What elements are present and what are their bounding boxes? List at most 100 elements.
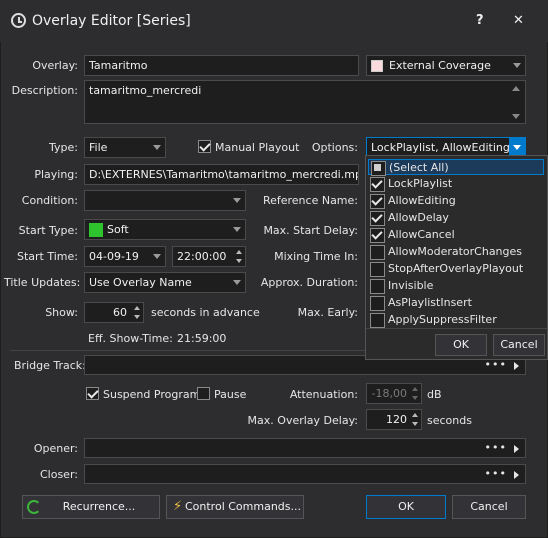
options-item[interactable]: AllowModeratorChanges (368, 244, 544, 260)
play-icon[interactable] (514, 471, 519, 479)
start-type-dropdown[interactable]: Soft (84, 219, 246, 240)
recurrence-label: Recurrence... (62, 500, 136, 513)
control-commands-label: Control Commands... (184, 500, 301, 513)
options-item-checkbox[interactable] (370, 262, 385, 277)
recurrence-button[interactable]: Recurrence... (22, 495, 160, 519)
options-cancel-button[interactable]: Cancel (493, 334, 545, 356)
scroll-up-icon[interactable] (512, 86, 520, 91)
max-overlay-delay-spinner[interactable]: 120 (366, 409, 422, 430)
browse-icon[interactable]: ••• (485, 358, 507, 372)
options-item-checkbox[interactable] (370, 211, 385, 226)
options-item-checkbox[interactable] (370, 194, 385, 209)
spin-up-icon[interactable] (412, 413, 418, 417)
pause-label: Pause (214, 388, 247, 401)
condition-label: Condition: (21, 194, 78, 207)
chevron-down-icon (513, 63, 521, 68)
condition-dropdown[interactable] (84, 190, 246, 211)
attenuation-unit: dB (427, 388, 442, 401)
options-item-label: AllowCancel (388, 228, 455, 241)
show-seconds-spinner[interactable]: 60 (84, 302, 144, 323)
max-overlay-delay-unit: seconds (427, 414, 472, 427)
options-item-checkbox[interactable] (370, 228, 385, 243)
attenuation-value: -18,00 (371, 387, 407, 400)
options-item[interactable]: Invisible (368, 278, 544, 294)
options-item-checkbox[interactable] (371, 161, 386, 176)
title-bar: Overlay Editor [Series] ? ✕ (0, 0, 548, 42)
start-date-dropdown[interactable]: 04-09-19 (84, 246, 166, 267)
options-item[interactable]: AllowDelay (368, 210, 544, 226)
play-icon[interactable] (514, 362, 519, 370)
options-item-label: ApplySuppressFilter (388, 313, 497, 326)
approx-duration-label: Approx. Duration: (260, 276, 358, 289)
start-type-value: Soft (107, 223, 129, 236)
options-ok-button[interactable]: OK (435, 334, 487, 356)
title-updates-value: Use Overlay Name (89, 276, 192, 289)
options-item-label: LockPlaylist (388, 177, 453, 190)
cancel-button[interactable]: Cancel (452, 495, 526, 519)
options-item-label: AllowModeratorChanges (388, 245, 523, 258)
max-overlay-delay-value: 120 (386, 413, 407, 426)
opener-input[interactable]: ••• (84, 438, 526, 458)
manual-playout-checkbox[interactable] (198, 140, 211, 153)
scroll-down-icon[interactable] (512, 114, 520, 119)
options-popup-divider (366, 328, 547, 329)
play-icon[interactable] (514, 445, 519, 453)
options-item[interactable]: AllowCancel (368, 227, 544, 243)
options-item[interactable]: (Select All) (368, 159, 544, 176)
options-item[interactable]: ApplySuppressFilter (368, 312, 544, 328)
options-item-checkbox[interactable] (370, 245, 385, 260)
spin-up-icon[interactable] (412, 387, 418, 391)
options-item[interactable]: StopAfterOverlayPlayout (368, 261, 544, 277)
start-type-label: Start Type: (18, 224, 78, 237)
overlay-label: Overlay: (32, 59, 78, 72)
close-button[interactable]: ✕ (513, 13, 524, 28)
browse-icon[interactable]: ••• (485, 441, 507, 455)
max-start-delay-label: Max. Start Delay: (263, 224, 358, 237)
start-time-spinner[interactable]: 22:00:00 (172, 246, 246, 267)
options-item[interactable]: LockPlaylist (368, 176, 544, 192)
spin-up-icon[interactable] (134, 306, 140, 310)
max-overlay-delay-label: Max. Overlay Delay: (247, 414, 358, 427)
playing-path-input[interactable]: D:\EXTERNES\Tamaritmo\tamaritmo_mercredi… (84, 164, 359, 185)
options-item-checkbox[interactable] (370, 313, 385, 328)
attenuation-spinner[interactable]: -18,00 (366, 383, 422, 404)
ok-button[interactable]: OK (366, 495, 446, 519)
options-item[interactable]: AsPlaylistInsert (368, 295, 544, 311)
type-dropdown[interactable]: File (84, 137, 166, 158)
closer-input[interactable]: ••• (84, 464, 526, 484)
eff-show-time-value: 21:59:00 (177, 332, 227, 345)
title-updates-dropdown[interactable]: Use Overlay Name (84, 272, 246, 293)
mixing-time-in-label: Mixing Time In: (274, 250, 358, 263)
browse-icon[interactable]: ••• (485, 467, 507, 481)
description-textarea[interactable]: tamaritmo_mercredi (84, 80, 526, 124)
options-item[interactable]: AllowEditing (368, 193, 544, 209)
closer-label: Closer: (39, 468, 78, 481)
suspend-program-label: Suspend Program (103, 388, 201, 401)
options-item-checkbox[interactable] (370, 279, 385, 294)
options-value: LockPlaylist, AllowEditing, ... (371, 141, 526, 154)
overlay-name-input[interactable]: Tamaritmo (84, 55, 359, 76)
help-button[interactable]: ? (476, 13, 484, 28)
start-date-value: 04-09-19 (89, 250, 139, 263)
chevron-down-icon (153, 145, 161, 150)
suspend-program-checkbox[interactable] (86, 387, 99, 400)
chevron-down-icon (153, 254, 161, 259)
spin-down-icon[interactable] (134, 315, 140, 319)
clock-icon (11, 13, 26, 28)
start-time-value: 22:00:00 (177, 250, 227, 263)
pause-checkbox[interactable] (197, 387, 210, 400)
options-item-checkbox[interactable] (370, 177, 385, 192)
reference-name-label: Reference Name: (262, 194, 358, 207)
chevron-down-icon (233, 198, 241, 203)
spin-down-icon[interactable] (412, 396, 418, 400)
spin-down-icon[interactable] (412, 422, 418, 426)
description-label: Description: (11, 84, 78, 97)
control-commands-button[interactable]: ⚡ Control Commands... (166, 495, 304, 519)
coverage-dropdown[interactable]: External Coverage (366, 55, 526, 76)
spin-up-icon[interactable] (236, 250, 242, 254)
spin-down-icon[interactable] (236, 259, 242, 263)
options-item-label: (Select All) (389, 161, 449, 174)
start-type-color-swatch (89, 223, 103, 237)
options-item-checkbox[interactable] (370, 296, 385, 311)
show-seconds-value: 60 (113, 306, 127, 319)
